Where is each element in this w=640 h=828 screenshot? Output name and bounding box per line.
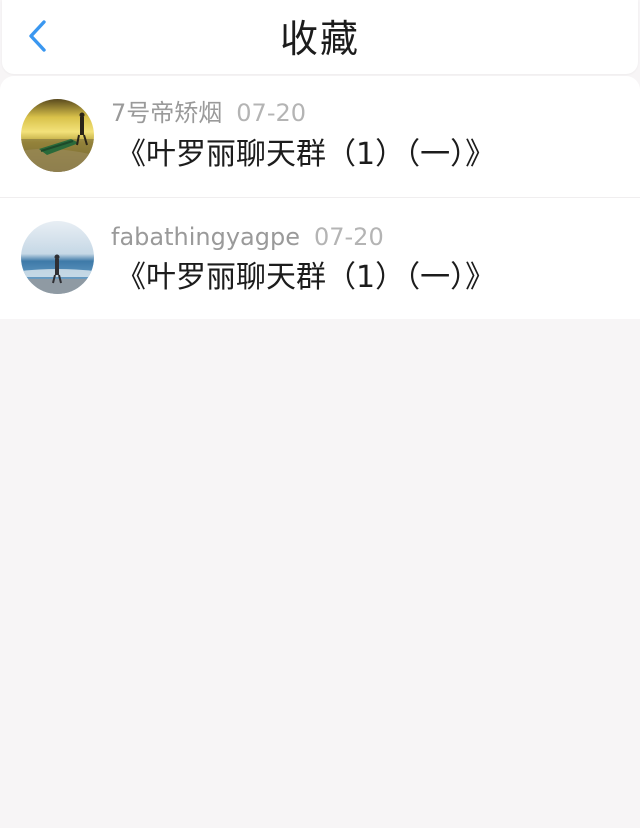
favorites-list: 7号帝矫烟 07-20 《叶罗丽聊天群（1）（一）》 fabathingyagp… <box>0 76 640 319</box>
favorite-item[interactable]: 7号帝矫烟 07-20 《叶罗丽聊天群（1）（一）》 <box>0 76 640 197</box>
item-date: 07-20 <box>313 223 384 251</box>
item-meta: 7号帝矫烟 07-20 <box>111 98 306 128</box>
item-date: 07-20 <box>236 99 307 127</box>
item-message: 《叶罗丽聊天群（1）（一）》 <box>116 137 496 172</box>
item-message: 《叶罗丽聊天群（1）（一）》 <box>116 260 496 295</box>
author-name: fabathingyagpe <box>111 223 300 251</box>
nav-bar: 收藏 <box>2 0 638 74</box>
avatar[interactable] <box>21 99 94 172</box>
item-meta: fabathingyagpe 07-20 <box>111 222 384 252</box>
page-title: 收藏 <box>279 17 360 61</box>
favorite-item[interactable]: fabathingyagpe 07-20 《叶罗丽聊天群（1）（一）》 <box>0 197 640 319</box>
avatar[interactable] <box>21 221 94 294</box>
author-name: 7号帝矫烟 <box>111 99 223 127</box>
